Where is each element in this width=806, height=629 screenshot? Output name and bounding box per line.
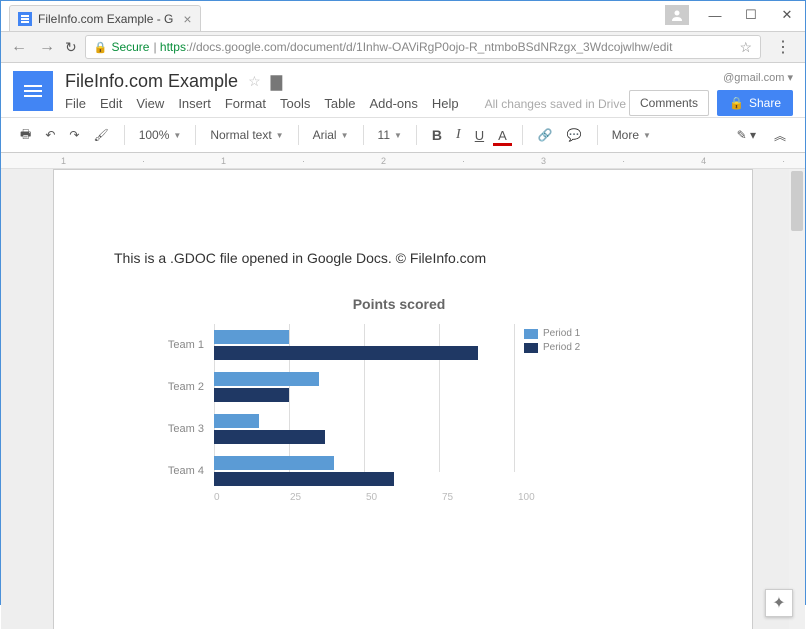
chart-category-label: Team 2 — [154, 381, 214, 393]
toolbar: 🖶 ↶ ↷ 🖌 100%▼ Normal text▼ Arial▼ 11▼ B … — [1, 117, 805, 153]
menu-table[interactable]: Table — [324, 96, 355, 111]
chart-category-label: Team 4 — [154, 465, 214, 477]
url-protocol: https — [160, 40, 186, 54]
menu-tools[interactable]: Tools — [280, 96, 310, 111]
chart-row: Team 2 — [154, 366, 524, 408]
star-doc-icon[interactable]: ☆ — [248, 73, 261, 90]
editing-mode-icon[interactable]: ✎ ▾ — [732, 124, 761, 146]
bold-button[interactable]: B — [427, 123, 447, 147]
chart[interactable]: Points scored Team 1 Team 2 Team 3 Team 4 P… — [154, 296, 594, 503]
chart-row: Team 1 — [154, 324, 524, 366]
chart-bar — [214, 472, 394, 486]
chart-x-axis: 0255075100 — [214, 492, 594, 503]
scrollbar[interactable] — [789, 169, 805, 629]
link-icon[interactable]: 🔗 — [533, 124, 558, 146]
close-tab-icon[interactable]: × — [183, 11, 191, 27]
comment-icon[interactable]: 💬 — [562, 124, 587, 146]
chart-bar — [214, 330, 289, 344]
zoom-dropdown[interactable]: 100%▼ — [135, 126, 186, 144]
legend-item: Period 2 — [524, 342, 594, 353]
collapse-icon[interactable]: ︽ — [769, 123, 791, 148]
menu-help[interactable]: Help — [432, 96, 459, 111]
maximize-button[interactable]: ☐ — [733, 1, 769, 29]
page[interactable]: This is a .GDOC file opened in Google Do… — [53, 169, 753, 629]
chart-title: Points scored — [204, 296, 594, 312]
menu-file[interactable]: File — [65, 96, 86, 111]
forward-button[interactable]: → — [37, 38, 57, 56]
paint-format-icon[interactable]: 🖌 — [88, 124, 113, 146]
save-status: All changes saved in Drive — [485, 97, 626, 111]
chart-category-label: Team 1 — [154, 339, 214, 351]
tab-title: FileInfo.com Example - G — [38, 12, 173, 26]
underline-button[interactable]: U — [470, 124, 489, 147]
menu-view[interactable]: View — [136, 96, 164, 111]
account-label[interactable]: @gmail.com ▾ — [723, 71, 793, 84]
menu-insert[interactable]: Insert — [178, 96, 211, 111]
menu-format[interactable]: Format — [225, 96, 266, 111]
url-path: ://docs.google.com/document/d/1Inhw-OAVi… — [186, 40, 672, 54]
comments-button[interactable]: Comments — [629, 90, 709, 116]
ruler[interactable]: 1·1·2·3·4·5·6·7 — [1, 153, 805, 169]
chart-plot: Team 1 Team 2 Team 3 Team 4 — [154, 324, 524, 492]
redo-icon[interactable]: ↷ — [64, 124, 84, 146]
document-title[interactable]: FileInfo.com Example — [65, 71, 238, 92]
browser-menu-icon[interactable]: ⋮ — [769, 37, 797, 57]
explore-button[interactable]: ✦ — [765, 589, 793, 617]
menu-addons[interactable]: Add-ons — [369, 96, 417, 111]
chart-category-label: Team 3 — [154, 423, 214, 435]
lock-share-icon: 🔒 — [729, 96, 744, 110]
reload-button[interactable]: ↻ — [65, 39, 77, 56]
lock-icon: 🔒 — [94, 41, 108, 54]
chart-bar — [214, 388, 289, 402]
undo-icon[interactable]: ↶ — [40, 124, 60, 146]
chart-legend: Period 1 Period 2 — [524, 324, 594, 492]
share-button[interactable]: 🔒Share — [717, 90, 793, 116]
style-dropdown[interactable]: Normal text▼ — [206, 126, 287, 144]
more-dropdown[interactable]: More▼ — [608, 126, 655, 144]
chart-bar — [214, 456, 334, 470]
document-area: This is a .GDOC file opened in Google Do… — [1, 169, 805, 629]
address-bar: ← → ↻ 🔒 Secure | https ://docs.google.co… — [1, 31, 805, 63]
url-input[interactable]: 🔒 Secure | https ://docs.google.com/docu… — [85, 35, 761, 59]
chart-bar — [214, 346, 478, 360]
user-icon[interactable] — [665, 5, 689, 25]
docs-logo-icon[interactable] — [13, 71, 53, 111]
legend-item: Period 1 — [524, 328, 594, 339]
chart-row: Team 4 — [154, 450, 524, 492]
minimize-button[interactable]: — — [697, 1, 733, 29]
fontsize-dropdown[interactable]: 11▼ — [374, 126, 406, 144]
window-controls: — ☐ ✕ — [665, 1, 805, 29]
chart-bar — [214, 430, 325, 444]
body-text[interactable]: This is a .GDOC file opened in Google Do… — [114, 250, 692, 266]
secure-label: Secure — [111, 40, 149, 54]
font-dropdown[interactable]: Arial▼ — [309, 126, 353, 144]
chart-bar — [214, 372, 319, 386]
browser-titlebar: FileInfo.com Example - G × — ☐ ✕ — [1, 1, 805, 31]
bookmark-star-icon[interactable]: ☆ — [739, 39, 752, 56]
back-button[interactable]: ← — [9, 38, 29, 56]
folder-icon[interactable]: ▇ — [271, 73, 283, 91]
docs-favicon — [18, 12, 32, 26]
text-color-button[interactable]: A — [493, 124, 512, 146]
italic-button[interactable]: I — [451, 123, 466, 147]
browser-tab[interactable]: FileInfo.com Example - G × — [9, 5, 201, 31]
chart-bar — [214, 414, 259, 428]
print-icon[interactable]: 🖶 — [15, 121, 36, 150]
chart-row: Team 3 — [154, 408, 524, 450]
close-window-button[interactable]: ✕ — [769, 1, 805, 29]
menu-edit[interactable]: Edit — [100, 96, 122, 111]
docs-header: FileInfo.com Example ☆ ▇ File Edit View … — [1, 63, 805, 111]
